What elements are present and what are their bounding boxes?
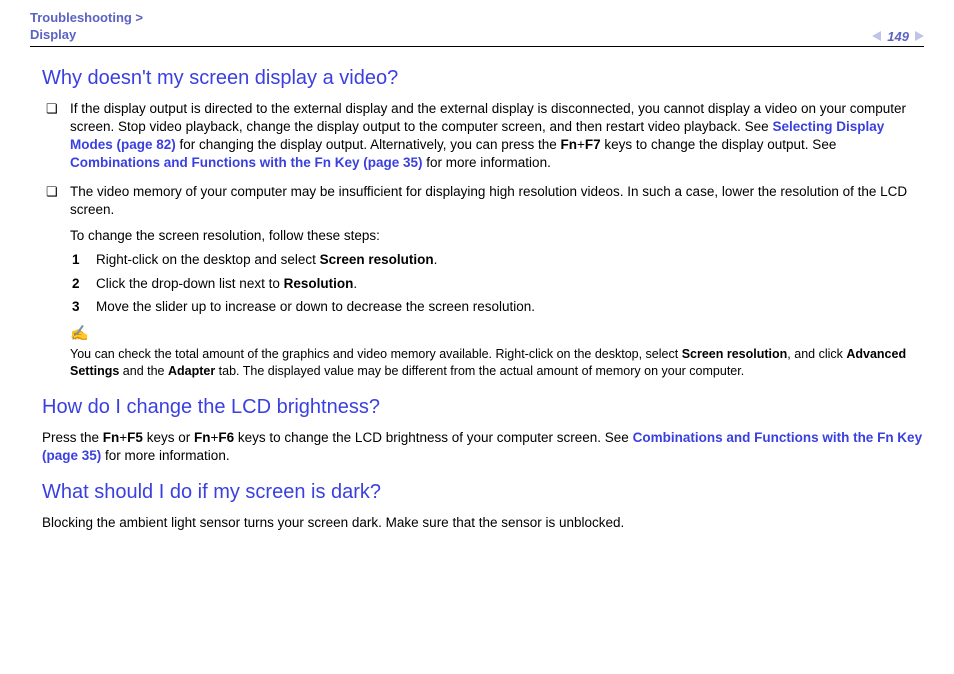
dark-text: Blocking the ambient light sensor turns …	[42, 514, 924, 532]
note-icon: ✍	[70, 324, 89, 344]
bullet-list: If the display output is directed to the…	[42, 100, 924, 380]
step-item: Right-click on the desktop and select Sc…	[70, 251, 924, 269]
bullet-item: If the display output is directed to the…	[42, 100, 924, 173]
bullet-item: The video memory of your computer may be…	[42, 183, 924, 380]
steps-list: Right-click on the desktop and select Sc…	[70, 251, 924, 316]
heading-video: Why doesn't my screen display a video?	[42, 65, 924, 92]
step-item: Click the drop-down list next to Resolut…	[70, 275, 924, 293]
heading-dark: What should I do if my screen is dark?	[42, 479, 924, 506]
breadcrumb: Troubleshooting > Display	[30, 10, 143, 44]
page: Troubleshooting > Display 149 Why doesn'…	[0, 0, 954, 559]
prev-page-icon[interactable]	[872, 31, 881, 41]
brightness-text: Press the Fn+F5 keys or Fn+F6 keys to ch…	[42, 429, 924, 465]
steps-intro: To change the screen resolution, follow …	[70, 227, 924, 245]
next-page-icon[interactable]	[915, 31, 924, 41]
note-block: ✍ You can check the total amount of the …	[70, 324, 924, 380]
page-number-nav: 149	[872, 29, 924, 44]
link-fn-key-1[interactable]: Combinations and Functions with the Fn K…	[70, 155, 423, 170]
page-number: 149	[885, 29, 911, 44]
heading-brightness: How do I change the LCD brightness?	[42, 394, 924, 421]
step-item: Move the slider up to increase or down t…	[70, 298, 924, 316]
breadcrumb-parent: Troubleshooting >	[30, 10, 143, 25]
content: Why doesn't my screen display a video? I…	[30, 65, 924, 533]
page-header: Troubleshooting > Display 149	[30, 10, 924, 47]
breadcrumb-current: Display	[30, 27, 76, 42]
